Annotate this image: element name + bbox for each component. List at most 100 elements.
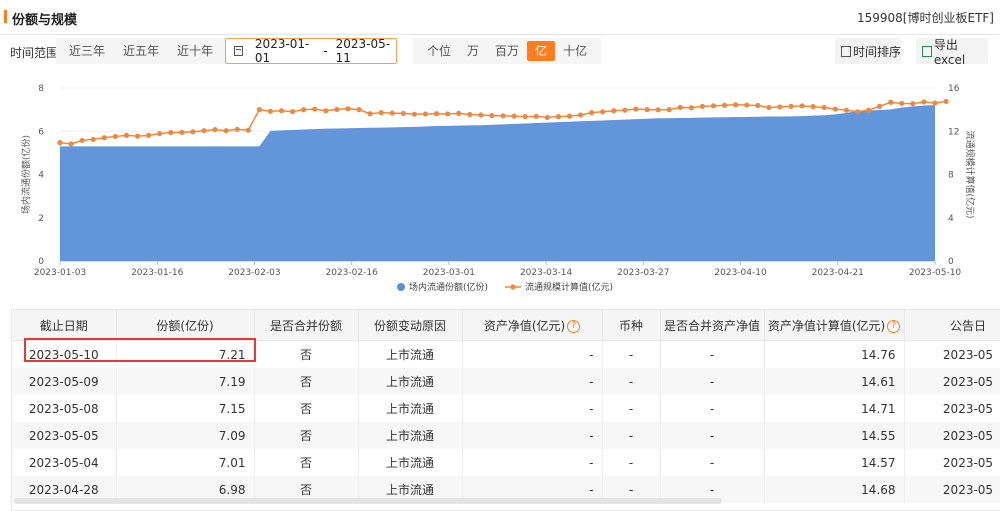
export-excel-button[interactable]: 导出excel	[916, 38, 988, 67]
x-tick-label: 2023-04-10	[714, 268, 767, 278]
x-tick-label: 2023-01-03	[34, 268, 86, 278]
scale-point	[589, 110, 595, 116]
table-cell: 否	[254, 368, 359, 395]
unit-billion-button[interactable]: 十亿	[555, 41, 595, 61]
y-tick-right: 4	[948, 214, 954, 224]
scale-point	[212, 127, 218, 133]
table-cell: 2023-05	[904, 340, 1000, 368]
y-tick-left: 0	[38, 257, 44, 267]
shares-area	[60, 105, 935, 261]
table-cell: 否	[254, 340, 359, 368]
scale-point	[932, 100, 938, 106]
unit-selector: 个位 万 百万 亿 十亿	[413, 38, 602, 64]
y-tick-right: 16	[948, 84, 960, 94]
scale-point	[688, 105, 694, 111]
legend-marker-scale	[510, 284, 516, 290]
table-cell: -	[462, 368, 603, 395]
scale-point	[522, 114, 528, 120]
section-title: 份额与规模	[12, 13, 78, 28]
scale-point	[910, 101, 916, 107]
data-table: 截止日期 份额(亿份) 是否合并份额 份额变动原因 资产净值(亿元)? 币种 是…	[12, 310, 1000, 503]
scale-point	[733, 102, 739, 108]
col-calc-assets-label: 资产净值计算值(亿元)	[767, 318, 886, 333]
scale-point	[633, 106, 639, 112]
table-cell: 2023-05-09	[12, 368, 117, 395]
scale-point	[301, 107, 307, 113]
col-announce-date[interactable]: 公告日	[904, 310, 1000, 341]
unit-million-button[interactable]: 百万	[487, 41, 527, 61]
time-sort-button[interactable]: 时间排序	[835, 38, 901, 64]
y-tick-left: 8	[38, 84, 44, 94]
scale-point	[777, 104, 783, 110]
help-icon[interactable]: ?	[887, 319, 901, 333]
col-net-assets[interactable]: 资产净值(亿元)?	[462, 310, 603, 341]
y-axis-label-left: 场内流通份额(亿份)	[20, 135, 32, 214]
date-range-picker[interactable]: 2023-01-01 - 2023-05-11	[225, 37, 397, 65]
scale-point	[134, 133, 141, 139]
unit-wan-button[interactable]: 万	[459, 41, 487, 61]
scale-point	[699, 103, 706, 109]
table-cell: 否	[254, 449, 359, 476]
unit-yi-button[interactable]: 亿	[527, 41, 556, 61]
x-tick-label: 2023-03-14	[520, 268, 573, 278]
col-currency[interactable]: 币种	[602, 310, 661, 341]
scale-point	[600, 109, 606, 115]
table-cell: -	[602, 449, 661, 476]
y-tick-right: 8	[948, 171, 954, 181]
col-change-reason[interactable]: 份额变动原因	[358, 310, 463, 341]
scale-point	[367, 111, 373, 117]
scale-point	[821, 104, 827, 111]
table-cell: -	[660, 340, 765, 368]
range-10y-button[interactable]: 近十年	[168, 38, 222, 64]
scale-point	[79, 137, 85, 144]
date-end[interactable]: 2023-05-11	[336, 37, 396, 65]
scale-point	[356, 107, 362, 113]
scale-point	[677, 104, 683, 111]
table-cell: 上市流通	[358, 368, 463, 395]
table-cell: 上市流通	[358, 395, 463, 422]
x-tick-label: 2023-03-01	[423, 268, 475, 278]
y-tick-right: 0	[948, 257, 954, 267]
legend-label-scale: 流通规模计算值(亿元)	[525, 281, 613, 293]
range-5y-button[interactable]: 近五年	[114, 38, 168, 64]
help-icon[interactable]: ?	[567, 319, 581, 333]
x-tick-label: 2023-02-03	[228, 268, 280, 278]
table-cell: 7.01	[116, 449, 255, 476]
table-row: 2023-05-04 7.01 否上市流通 - - -14.57 2023-05	[12, 449, 1000, 476]
table-cell: -	[660, 422, 765, 449]
table-cell: 2023-05	[904, 449, 1000, 476]
table-cell: 2023-05-08	[12, 395, 117, 422]
col-date[interactable]: 截止日期	[12, 310, 117, 341]
col-net-assets-label: 资产净值(亿元)	[483, 318, 566, 333]
section-header: 份额与规模 159908[博时创业板ETF]	[0, 0, 1000, 35]
accent-bar	[4, 10, 7, 23]
col-shares[interactable]: 份额(亿份)	[116, 310, 255, 341]
scale-point	[179, 129, 185, 135]
unit-ones-button[interactable]: 个位	[419, 41, 459, 61]
table-cell: 14.55	[764, 422, 905, 449]
range-3y-button[interactable]: 近三年	[60, 38, 114, 64]
scale-point	[467, 111, 473, 118]
col-merged-shares[interactable]: 是否合并份额	[254, 310, 359, 341]
col-merged-assets[interactable]: 是否合并资产净值	[660, 310, 765, 341]
table-row: 2023-05-10 7.21 否上市流通 - - -14.76 2023-05	[12, 340, 1000, 368]
y-tick-right: 12	[948, 127, 959, 137]
scale-point	[256, 107, 262, 113]
table-cell: -	[660, 368, 765, 395]
scale-point	[810, 104, 816, 110]
table-cell: 否	[254, 395, 359, 422]
table-row: 2023-05-09 7.19 否上市流通 - - -14.61 2023-05	[12, 368, 1000, 395]
scale-point	[456, 110, 462, 117]
horizontal-scrollbar[interactable]	[14, 498, 722, 504]
date-start[interactable]: 2023-01-01	[255, 37, 315, 65]
col-calc-assets[interactable]: 资产净值计算值(亿元)?	[764, 310, 905, 341]
scale-point	[433, 111, 440, 117]
scale-point	[721, 102, 728, 108]
scale-point	[223, 128, 229, 134]
table-cell: 2023-05-05	[12, 422, 117, 449]
date-separator: -	[323, 44, 328, 58]
x-tick-label: 2023-03-27	[617, 268, 669, 278]
table-cell: 2023-05-04	[12, 449, 117, 476]
y-tick-left: 2	[38, 214, 44, 224]
scale-point	[566, 113, 573, 119]
